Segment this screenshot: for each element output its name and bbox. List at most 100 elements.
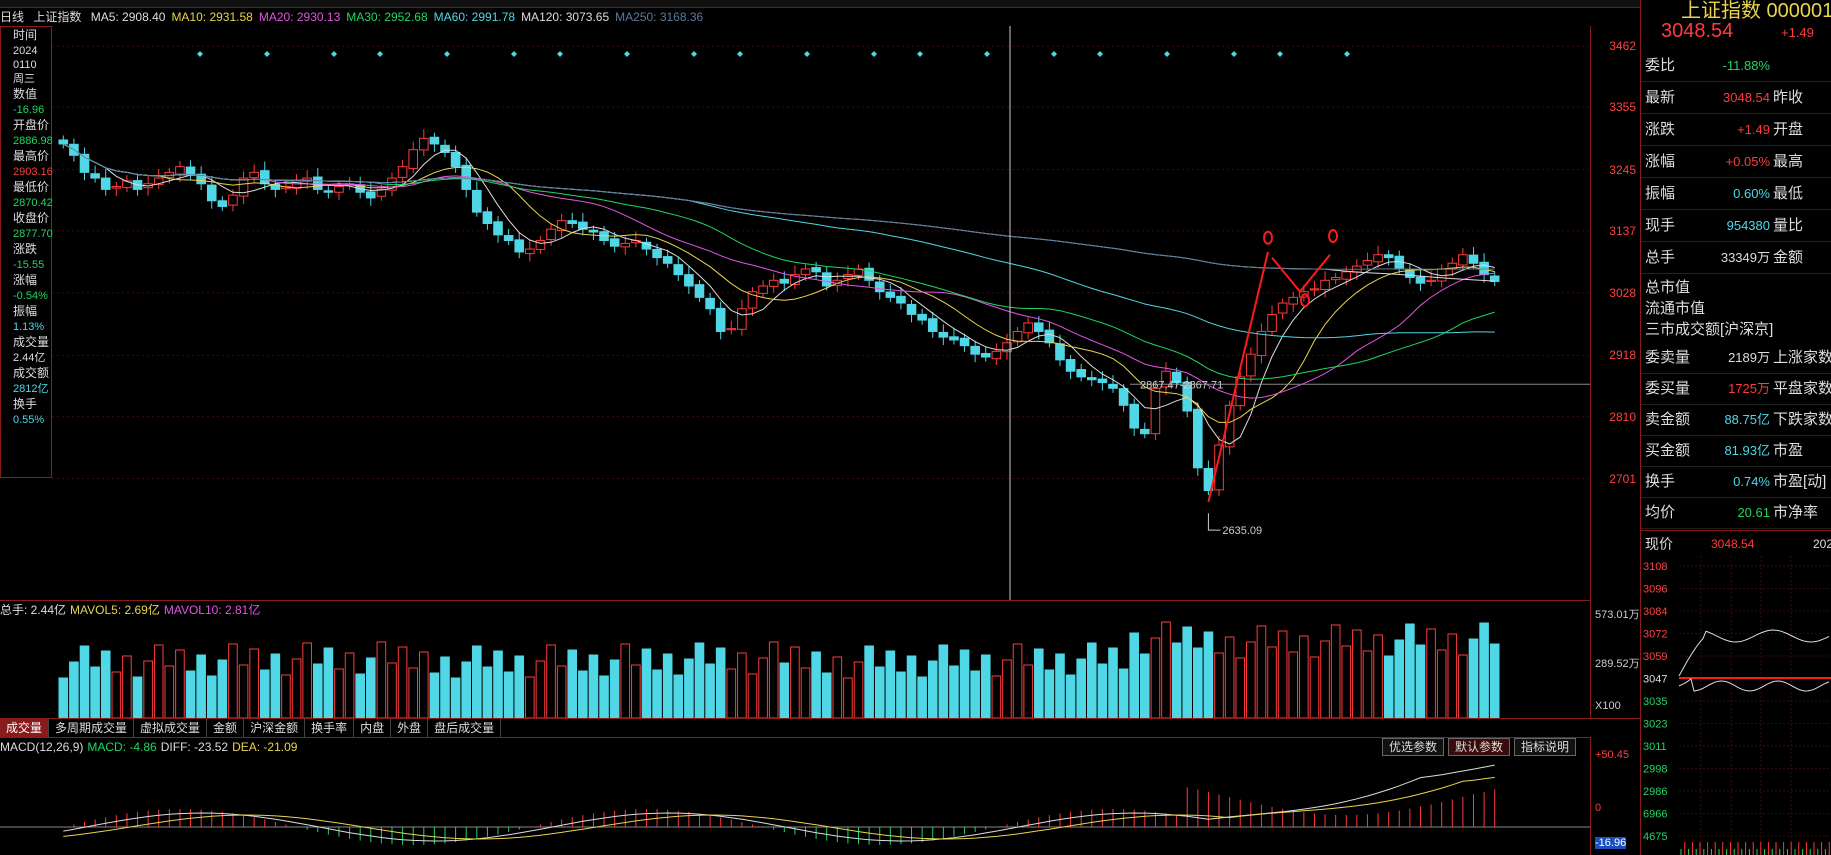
candle-body [1118, 388, 1129, 406]
candle-body [1330, 276, 1341, 281]
macd-button-1[interactable]: 默认参数 [1448, 738, 1511, 756]
volume-bar [1055, 653, 1065, 718]
quote-value: +0.05% [1725, 154, 1770, 169]
macd-chart[interactable] [0, 755, 1590, 855]
quote-value: 3048.54 [1723, 90, 1770, 105]
order-label2: 市盈[动] [1773, 473, 1827, 490]
candle-body [588, 229, 599, 233]
volume-bar [1383, 655, 1394, 718]
volume-bar [472, 645, 482, 718]
ma-items: MA5: 2908.40 MA10: 2931.58 MA20: 2930.13 MA… [91, 10, 710, 24]
order-label2: 市盈 [1773, 442, 1804, 459]
candle-body [896, 295, 906, 304]
volume-bar [896, 671, 906, 718]
quote-value: -11.88% [1722, 58, 1770, 73]
candle-body [525, 248, 535, 255]
macd-button-2[interactable]: 指标说明 [1514, 738, 1577, 756]
volume-bar [811, 651, 821, 718]
candle-body [800, 268, 811, 276]
volume-header-item-2: MAVOL10: 2.81亿 [163, 603, 261, 617]
volume-bar [461, 661, 472, 718]
candle-body [408, 149, 419, 169]
volume-bar [906, 655, 917, 718]
period-label[interactable]: 日线 [0, 10, 24, 24]
volume-bar [1002, 659, 1012, 718]
volume-bar [164, 665, 175, 718]
volume-chart[interactable] [0, 618, 1590, 718]
ma-item-4: MA60: 2991.78 [433, 10, 516, 24]
tab-3[interactable]: 金额 [207, 719, 245, 737]
quote-plain-0: 总市值 [1645, 279, 1691, 296]
price-tick-1: 3355 [1609, 100, 1636, 115]
tab-2[interactable]: 虚拟成交量 [134, 719, 208, 737]
volume-bar [1415, 644, 1426, 718]
volume-bar [1065, 674, 1076, 718]
volume-bar [365, 657, 376, 718]
volume-bar [397, 646, 408, 718]
ma-item-2: MA20: 2930.13 [258, 10, 341, 24]
crosshair-label: 2867.47-2867.71 [1140, 379, 1223, 391]
left-value-11-value: 0.55% [13, 414, 45, 426]
volume-bar [1097, 663, 1108, 718]
volume-bar [885, 650, 896, 718]
volume-bar [567, 649, 578, 718]
volume-bar [493, 650, 503, 718]
candle-body [620, 242, 631, 248]
volume-bar [843, 677, 853, 718]
intraday-mini-chart[interactable]: 3108 3096 3084 3072 3059 3047 3035 3023 3011 2998… [1641, 556, 1831, 855]
quote-row-4: 振幅 0.60% 最低 [1641, 178, 1831, 210]
tab-7[interactable]: 外盘 [391, 719, 429, 737]
event-marker [197, 51, 203, 57]
tab-1[interactable]: 多周期成交量 [49, 719, 135, 737]
volume-bar [1129, 632, 1140, 718]
order-label: 委买量 [1645, 380, 1691, 397]
tab-0[interactable]: 成交量 [0, 719, 50, 737]
candle-body [535, 240, 546, 250]
volume-bar [1161, 621, 1171, 718]
mini-axis-tick-12: 4675 [1643, 831, 1667, 843]
volume-bar [832, 656, 843, 718]
volume-bar [1352, 629, 1362, 718]
tab-4[interactable]: 沪深金额 [244, 719, 306, 737]
mini-axis-tick-1: 3096 [1643, 584, 1667, 596]
volume-bar [111, 671, 122, 718]
xianjia-value: 3048.54 [1711, 537, 1755, 551]
candle-body [715, 307, 726, 332]
order-label: 委卖量 [1645, 349, 1691, 366]
candle-body [206, 184, 217, 202]
volume-bar [355, 673, 365, 718]
mini-axis-tick-9: 2998 [1643, 764, 1667, 776]
candle-body [493, 221, 503, 236]
volume-bar [662, 653, 673, 718]
quote-value: 0.60% [1733, 186, 1770, 201]
tab-8[interactable]: 盘后成交量 [428, 719, 502, 737]
volume-bar [715, 647, 726, 718]
ma-item-0: MA5: 2908.40 [90, 10, 166, 24]
tab-5[interactable]: 换手率 [305, 719, 355, 737]
event-marker [511, 51, 517, 57]
macd-button-0[interactable]: 优选参数 [1382, 738, 1445, 756]
left-value-10-value: 2812亿 [13, 383, 49, 395]
order-label: 均价 [1645, 504, 1676, 521]
volume-bar [927, 660, 938, 718]
order-label: 买金额 [1645, 442, 1691, 459]
volume-bar [1309, 656, 1320, 718]
candle-body [1362, 259, 1373, 266]
tab-6[interactable]: 内盘 [354, 719, 392, 737]
volume-bar [69, 661, 79, 718]
candle-body [747, 291, 758, 309]
quote-change: +1.49 [1781, 25, 1814, 40]
annotation-circle-2 [1328, 229, 1338, 243]
candlestick-chart[interactable]: 2867.47-2867.71 2635.09 [0, 26, 1590, 600]
left-value-6-value: -15.55 [13, 259, 45, 271]
candle-body [1076, 369, 1086, 378]
volume-bar [546, 644, 556, 718]
volume-bar [747, 673, 758, 718]
candle-body [482, 211, 493, 225]
candle-body [185, 166, 196, 176]
volume-bar [408, 667, 419, 718]
volume-bar [90, 666, 100, 718]
volume-bar [949, 665, 959, 718]
volume-bar [1489, 643, 1500, 718]
price-tick-2: 3245 [1609, 162, 1636, 177]
